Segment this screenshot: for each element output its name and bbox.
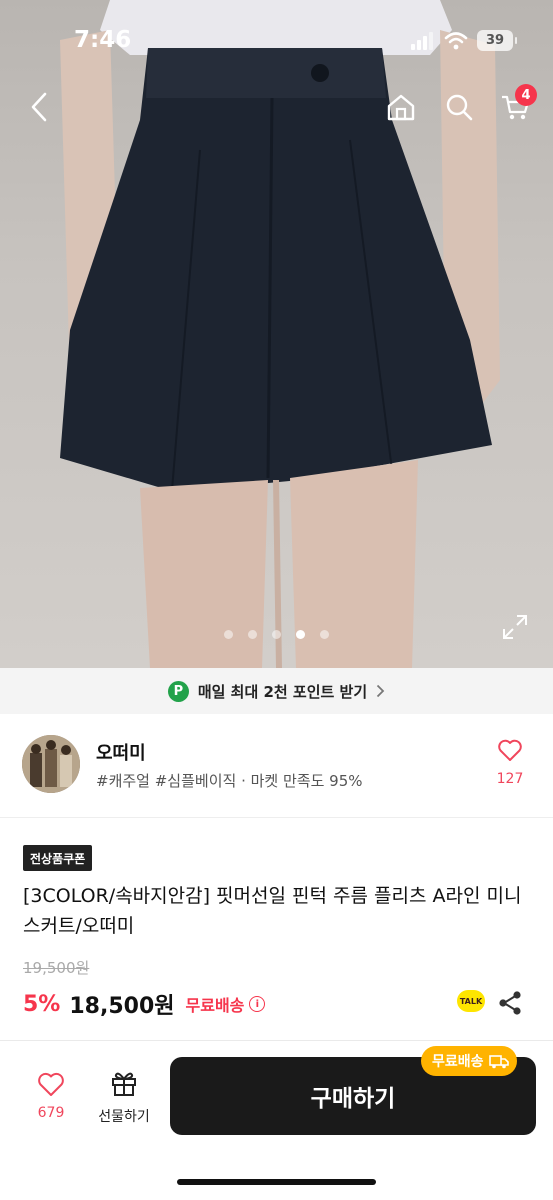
free-shipping-label: 무료배송	[185, 996, 245, 1015]
search-icon	[446, 94, 473, 121]
pager-dot-active[interactable]	[296, 630, 305, 639]
home-indicator	[177, 1179, 376, 1185]
battery-indicator: 39	[477, 30, 517, 51]
cart-button[interactable]: 4	[498, 84, 537, 124]
shop-tags: #캐주얼 #심플베이직 · 마켓 만족도 95%	[96, 772, 363, 790]
pager-dot[interactable]	[272, 630, 281, 639]
pager-dot[interactable]	[320, 630, 329, 639]
pager-dot[interactable]	[224, 630, 233, 639]
truck-icon	[488, 1054, 509, 1068]
status-icons: 39	[411, 30, 517, 51]
product-title: [3COLOR/속바지안감] 핏머선일 핀턱 주름 플리츠 A라인 미니스커트/…	[23, 885, 522, 937]
coupon-badge: 전상품쿠폰	[23, 845, 93, 871]
talk-label: TALK	[459, 996, 483, 1006]
bottom-action-bar: 679 선물하기 구매하기 무료배송	[0, 1041, 553, 1200]
shop-name[interactable]: 오떠미	[96, 739, 146, 765]
product-like-button[interactable]: 679	[28, 1071, 74, 1121]
status-bar: 7:46 39	[0, 0, 553, 80]
heart-icon	[38, 1072, 64, 1096]
original-price: 19,500원	[23, 959, 90, 977]
point-icon: P	[167, 680, 189, 702]
expand-icon	[503, 615, 527, 639]
chevron-left-icon	[31, 92, 47, 122]
share-button[interactable]	[497, 990, 523, 1016]
search-button[interactable]	[442, 90, 476, 124]
home-button[interactable]	[384, 90, 418, 124]
signal-icon	[411, 31, 433, 50]
ship-tag-label: 무료배송	[432, 1054, 484, 1070]
status-time: 7:46	[74, 27, 132, 53]
product-like-count: 679	[37, 1105, 65, 1121]
cart-count-badge: 4	[515, 84, 537, 106]
fullscreen-button[interactable]	[502, 614, 528, 640]
wifi-icon	[444, 31, 468, 49]
talk-icon: TALK	[457, 990, 485, 1012]
chevron-right-icon	[377, 684, 385, 698]
home-icon	[387, 94, 415, 121]
battery-level: 39	[485, 33, 505, 48]
gift-label: 선물하기	[98, 1109, 150, 1125]
info-icon[interactable]: i	[249, 996, 266, 1012]
shop-avatar-image	[22, 735, 80, 793]
gallery-pager	[224, 630, 329, 639]
shop-like-button[interactable]: 127	[492, 738, 528, 787]
gift-icon	[112, 1072, 136, 1096]
discount-rate: 5%	[23, 991, 61, 1017]
heart-icon	[498, 739, 522, 761]
product-image-gallery[interactable]: 7:46 39 4	[0, 0, 553, 668]
shop-info[interactable]: 오떠미 #캐주얼 #심플베이직 · 마켓 만족도 95% 127	[0, 714, 553, 818]
back-button[interactable]	[22, 90, 56, 124]
sale-price: 18,500원	[69, 994, 175, 1019]
shop-like-count: 127	[496, 771, 524, 787]
free-shipping-tag: 무료배송	[421, 1046, 517, 1076]
pager-dot[interactable]	[248, 630, 257, 639]
price-row: 5% 18,500원 무료배송 i	[23, 988, 266, 1020]
shop-avatar[interactable]	[22, 735, 80, 793]
kakao-talk-button[interactable]: TALK	[457, 990, 485, 1014]
gift-button[interactable]: 선물하기	[92, 1069, 156, 1126]
point-banner[interactable]: P 매일 최대 2천 포인트 받기	[0, 668, 553, 714]
point-banner-text: 매일 최대 2천 포인트 받기	[197, 682, 368, 701]
share-icon	[499, 991, 521, 1015]
